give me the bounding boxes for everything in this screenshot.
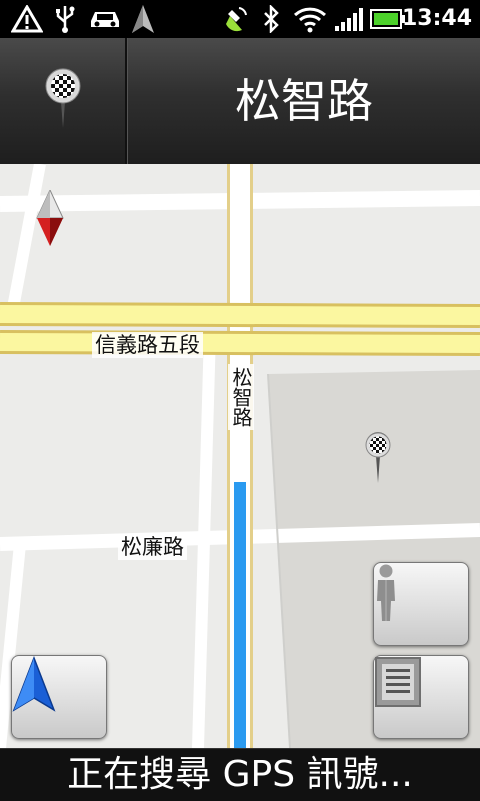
usb-icon: [52, 4, 78, 34]
navigation-icon: [130, 4, 156, 34]
battery-icon: [370, 4, 406, 34]
destination-button[interactable]: [0, 38, 127, 164]
road-label-songzhi: 松智路: [228, 364, 254, 430]
checkered-flag-pin-icon: [43, 68, 83, 134]
map-view[interactable]: 信義路五段 松智路 松廉路: [0, 164, 480, 748]
current-street-title: 松智路: [235, 74, 373, 128]
xinyi-road-south: [0, 333, 480, 353]
gps-status-bar: 正在搜尋 GPS 訊號...: [0, 748, 480, 801]
status-bar: 13:44: [0, 0, 480, 38]
minor-road: [192, 331, 216, 748]
bluetooth-icon: [260, 4, 282, 34]
directions-list-button[interactable]: [373, 655, 469, 739]
my-location-button[interactable]: [11, 655, 107, 739]
road-label-songlian: 松廉路: [118, 534, 187, 560]
gps-searching-icon: [220, 4, 250, 34]
signal-icon: [334, 4, 364, 34]
wifi-icon: [292, 4, 328, 34]
car-mode-icon: [86, 4, 124, 34]
navigation-header: 松智路: [0, 38, 480, 164]
xinyi-road-north: [0, 305, 480, 325]
clock: 13:44: [401, 6, 472, 31]
route-line: [234, 482, 246, 748]
street-view-button[interactable]: [373, 562, 469, 646]
gps-status-message: 正在搜尋 GPS 訊號...: [67, 754, 413, 795]
warning-icon: [10, 4, 44, 34]
road-label-xinyi: 信義路五段: [92, 332, 203, 358]
